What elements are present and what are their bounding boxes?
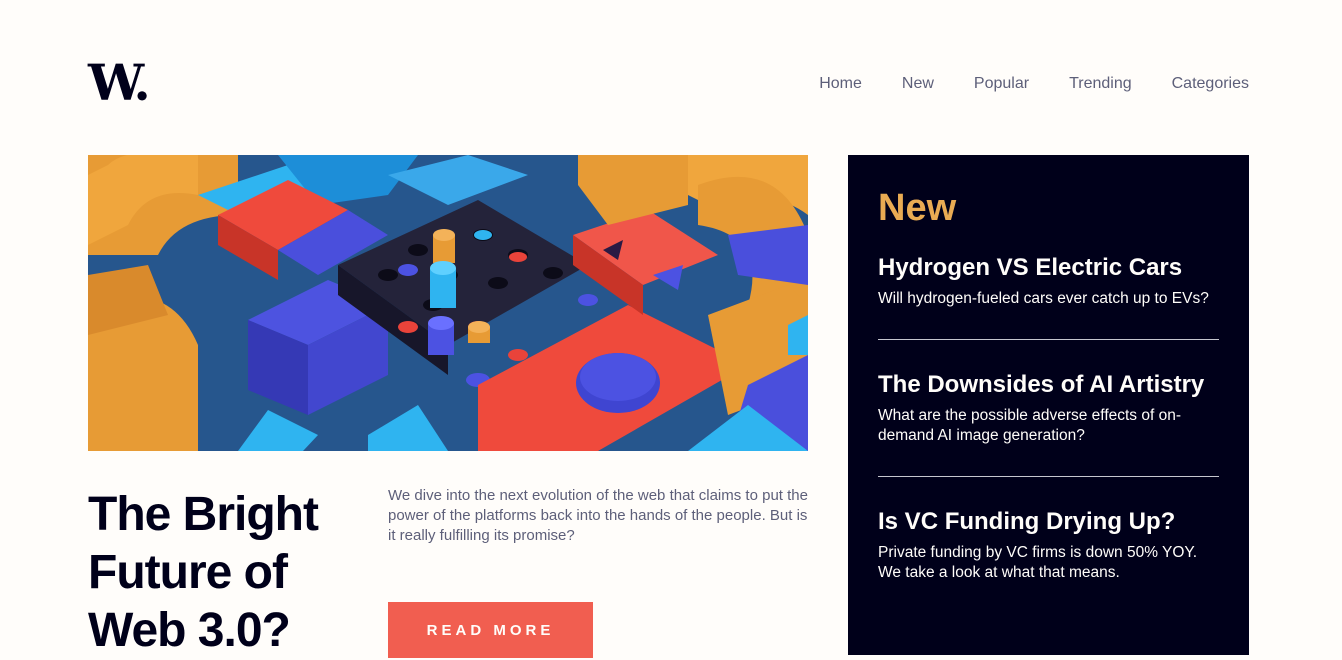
new-panel-title: New <box>878 187 957 229</box>
nav-link-popular[interactable]: Popular <box>974 75 1029 93</box>
hero-description: We dive into the next evolution of the w… <box>388 487 808 544</box>
hero-headline: The Bright Future of Web 3.0? <box>88 488 319 657</box>
new-article-summary: Private funding by VC firms is down 50% … <box>878 544 1198 581</box>
site-logo[interactable]: W. <box>88 58 151 108</box>
divider <box>878 339 1219 340</box>
new-article-title[interactable]: The Downsides of AI Artistry <box>878 370 1219 400</box>
new-articles-panel: New Hydrogen VS Electric Cars Will hydro… <box>848 155 1249 655</box>
divider <box>878 476 1219 477</box>
hero-image <box>88 155 808 451</box>
abstract-3d-blocks-image <box>88 155 808 451</box>
new-article-summary: What are the possible adverse effects of… <box>878 407 1181 444</box>
new-article-title[interactable]: Hydrogen VS Electric Cars <box>878 253 1219 283</box>
new-article-title[interactable]: Is VC Funding Drying Up? <box>878 507 1219 537</box>
main-nav: Home New Popular Trending Categories <box>819 75 1249 93</box>
read-more-button[interactable]: Read more <box>388 602 593 658</box>
nav-link-trending[interactable]: Trending <box>1069 75 1132 93</box>
new-article-item[interactable]: The Downsides of AI Artistry What are th… <box>878 370 1219 446</box>
new-article-item[interactable]: Hydrogen VS Electric Cars Will hydrogen-… <box>878 253 1219 309</box>
new-article-item[interactable]: Is VC Funding Drying Up? Private funding… <box>878 507 1219 583</box>
nav-link-new[interactable]: New <box>902 75 934 93</box>
new-article-summary: Will hydrogen-fueled cars ever catch up … <box>878 290 1209 307</box>
nav-link-categories[interactable]: Categories <box>1172 75 1249 93</box>
nav-link-home[interactable]: Home <box>819 75 862 93</box>
